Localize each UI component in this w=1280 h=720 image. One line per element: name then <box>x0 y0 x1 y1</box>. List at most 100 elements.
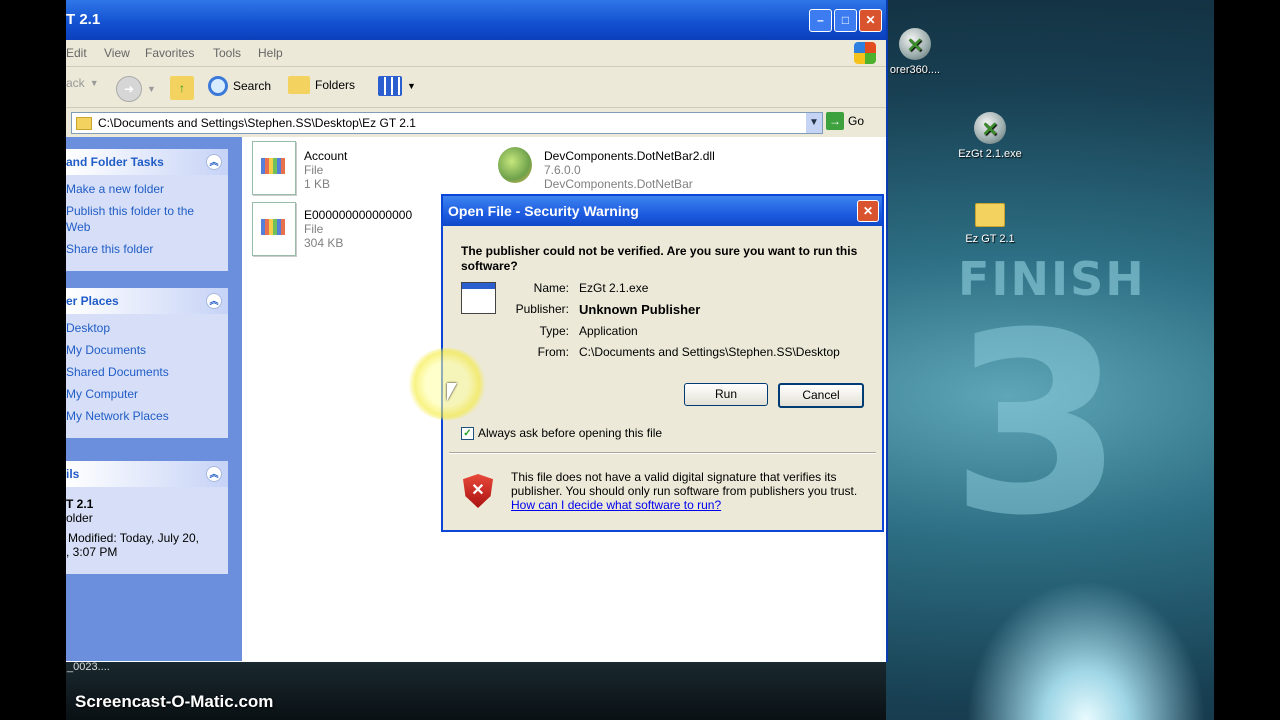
file-size: 304 KB <box>304 236 344 250</box>
dialog-question: The publisher could not be verified. Are… <box>461 244 858 273</box>
bottom-label: _0023.... <box>67 661 110 673</box>
file-icon <box>252 141 296 195</box>
details-modified-time: , 3:07 PM <box>66 545 118 559</box>
file-name: DevComponents.DotNetBar2.dll <box>544 149 715 163</box>
menu-view[interactable]: View <box>104 46 130 60</box>
forward-arrow-icon: ➜ <box>116 76 142 102</box>
security-warning-dialog: Open File - Security Warning ✕ The publi… <box>441 194 884 532</box>
folder-tasks-title: and Folder Tasks <box>66 155 164 169</box>
place-network-places-link[interactable]: My Network Places <box>66 408 228 424</box>
forward-button[interactable]: ➜ ▼ <box>116 76 156 102</box>
collapse-icon[interactable]: ︽ <box>206 293 222 309</box>
back-label: ack <box>66 76 85 90</box>
folder-icon <box>288 76 310 94</box>
screencast-watermark: Screencast-O-Matic.com <box>75 692 274 711</box>
file-item-account[interactable]: Account File 1 KB <box>252 141 347 195</box>
field-key: Name: <box>533 281 569 295</box>
maximize-button[interactable]: □ <box>834 9 857 32</box>
field-value: Unknown Publisher <box>579 302 701 317</box>
folder-icon <box>76 116 92 130</box>
up-folder-button[interactable]: ↑ <box>170 76 194 100</box>
checkbox-check-icon[interactable]: ✓ <box>461 426 474 440</box>
folders-button[interactable]: Folders <box>288 76 355 94</box>
search-label: Search <box>233 79 272 93</box>
xbox-icon <box>899 28 931 60</box>
search-button[interactable]: Search <box>208 76 271 96</box>
field-value: EzGt 2.1.exe <box>579 281 649 295</box>
details-title: ils <box>66 467 80 481</box>
other-places-panel: er Places ︽ Desktop My Documents Shared … <box>66 288 228 438</box>
place-my-computer-link[interactable]: My Computer <box>66 386 228 402</box>
menu-bar: Edit View Favorites Tools Help <box>66 40 886 67</box>
back-button[interactable]: ack ▼ <box>66 76 99 90</box>
folder-tasks-header[interactable]: and Folder Tasks ︽ <box>66 149 228 175</box>
desktop-icon-label: EzGt 2.1.exe <box>958 148 1022 160</box>
share-folder-link[interactable]: Share this folder <box>66 241 228 257</box>
file-version: 7.6.0.0 <box>544 163 581 177</box>
desktop-icon-label: orer360.... <box>889 64 941 76</box>
file-description: DevComponents.DotNetBar <box>544 177 693 191</box>
place-shared-documents-link[interactable]: Shared Documents <box>66 364 228 380</box>
task-pane: and Folder Tasks ︽ Make a new folder Pub… <box>66 137 242 661</box>
folders-label: Folders <box>315 78 356 92</box>
wallpaper-glow <box>966 580 1206 720</box>
dialog-title-bar[interactable]: Open File - Security Warning ✕ <box>443 196 882 226</box>
menu-tools[interactable]: Tools <box>213 46 241 60</box>
file-type: File <box>304 163 324 177</box>
folder-tasks-panel: and Folder Tasks ︽ Make a new folder Pub… <box>66 149 228 271</box>
address-path: C:\Documents and Settings\Stephen.SS\Des… <box>98 116 416 130</box>
file-type: File <box>304 222 324 236</box>
details-header[interactable]: ils ︽ <box>66 461 228 487</box>
field-key: Type: <box>539 324 569 338</box>
chevron-down-icon: ▼ <box>407 81 416 91</box>
go-button[interactable]: → Go <box>826 112 864 130</box>
file-item-dotnetbar-dll[interactable]: DevComponents.DotNetBar2.dll 7.6.0.0 Dev… <box>494 141 715 193</box>
views-icon <box>378 76 402 96</box>
help-link[interactable]: How can I decide what software to run? <box>511 498 861 512</box>
minimize-button[interactable]: – <box>809 9 832 32</box>
views-button[interactable]: ▼ <box>378 76 416 96</box>
details-modified: Modified: Today, July 20, <box>68 531 199 545</box>
other-places-title: er Places <box>66 294 119 308</box>
details-panel: ils ︽ T 2.1 older Modified: Today, July … <box>66 461 228 574</box>
up-arrow-icon: ↑ <box>170 76 194 100</box>
make-new-folder-link[interactable]: Make a new folder <box>66 181 228 197</box>
close-button[interactable]: ✕ <box>859 9 882 32</box>
warning-text: This file does not have a valid digital … <box>511 470 858 498</box>
other-places-header[interactable]: er Places ︽ <box>66 288 228 314</box>
title-bar[interactable]: T 2.1 – □ ✕ <box>66 0 886 40</box>
security-shield-icon <box>463 474 493 508</box>
place-my-documents-link[interactable]: My Documents <box>66 342 228 358</box>
always-ask-checkbox[interactable]: ✓ Always ask before opening this file <box>461 426 662 440</box>
windows-logo-icon <box>854 42 876 64</box>
dll-gear-icon <box>494 141 536 193</box>
run-button[interactable]: Run <box>684 383 768 406</box>
publish-folder-link[interactable]: Publish this folder to the <box>66 203 228 219</box>
file-item-e000[interactable]: E000000000000000 File 304 KB <box>252 202 412 256</box>
menu-edit[interactable]: Edit <box>66 46 87 60</box>
checkbox-label: Always ask before opening this file <box>478 426 663 440</box>
collapse-icon[interactable]: ︽ <box>206 466 222 482</box>
menu-help[interactable]: Help <box>258 46 283 60</box>
file-icon <box>252 202 296 256</box>
search-icon <box>208 76 228 96</box>
dialog-title: Open File - Security Warning <box>448 203 639 219</box>
menu-favorites[interactable]: Favorites <box>145 46 194 60</box>
desktop-icon-ezgt-exe[interactable]: EzGt 2.1.exe <box>950 112 1030 160</box>
toolbar: ack ▼ ➜ ▼ ↑ Search Folders ▼ <box>66 67 886 108</box>
place-desktop-link[interactable]: Desktop <box>66 320 228 336</box>
address-bar: C:\Documents and Settings\Stephen.SS\Des… <box>66 108 886 139</box>
dialog-divider <box>449 452 876 454</box>
go-label: Go <box>848 114 865 128</box>
file-name: Account <box>304 149 348 163</box>
file-size: 1 KB <box>304 177 331 191</box>
desktop-icon-ezgt-folder[interactable]: Ez GT 2.1 <box>950 198 1030 245</box>
dialog-close-button[interactable]: ✕ <box>857 200 879 222</box>
folder-icon <box>975 203 1005 227</box>
address-input[interactable]: C:\Documents and Settings\Stephen.SS\Des… <box>71 112 823 134</box>
cancel-button[interactable]: Cancel <box>778 383 864 408</box>
desktop-icon-orer360[interactable]: orer360.... <box>880 28 950 76</box>
publish-folder-link-web[interactable]: Web <box>66 219 228 235</box>
address-dropdown[interactable]: ▼ <box>806 113 822 133</box>
collapse-icon[interactable]: ︽ <box>206 154 222 170</box>
